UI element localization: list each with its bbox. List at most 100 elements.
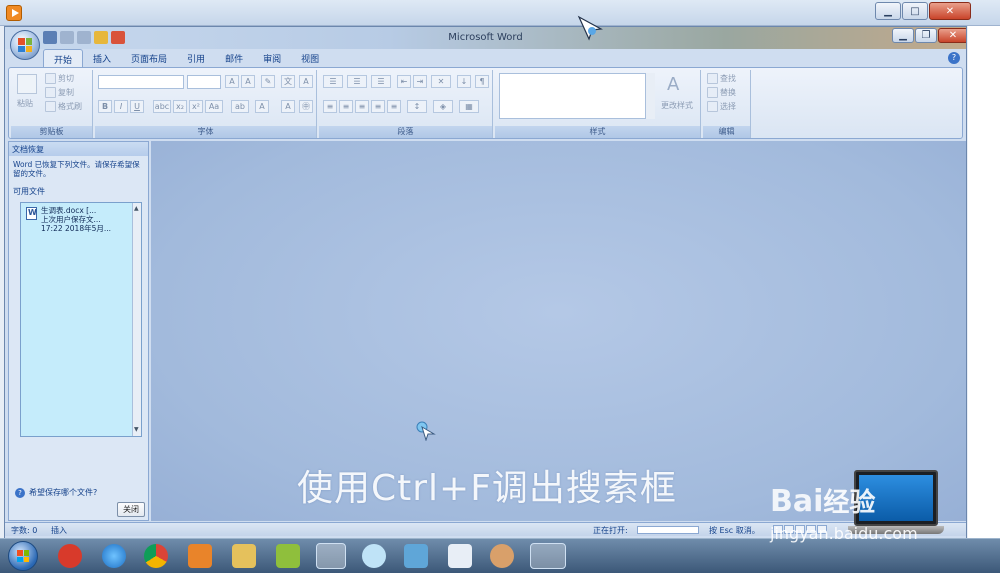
chinese-layout-icon[interactable]: ✕ <box>431 75 451 88</box>
folder-app-icon[interactable] <box>276 544 300 568</box>
multilevel-list-icon[interactable]: ☰ <box>371 75 391 88</box>
outer-minimize-button[interactable]: ▁ <box>875 2 901 20</box>
paint-icon[interactable] <box>490 544 514 568</box>
clear-format-icon[interactable]: ✎ <box>261 75 275 88</box>
enclose-char-icon[interactable]: ㊥ <box>299 100 313 113</box>
media-player-icon[interactable] <box>188 544 212 568</box>
document-app-icon[interactable] <box>448 544 472 568</box>
justify-icon[interactable]: ≡ <box>371 100 385 113</box>
word-doc-icon <box>26 207 37 220</box>
sort-icon[interactable]: ↓ <box>457 75 471 88</box>
word-close-button[interactable]: ✕ <box>938 28 966 43</box>
change-styles-button[interactable]: 更改样式 <box>661 100 693 111</box>
grow-font-icon[interactable]: A <box>225 75 239 88</box>
tab-references[interactable]: 引用 <box>177 49 215 67</box>
align-center-icon[interactable]: ≡ <box>339 100 353 113</box>
font-size-combobox[interactable] <box>187 75 221 89</box>
outer-window-titlebar: ▁ □ ✕ <box>0 0 1000 26</box>
desktop-edge <box>968 26 1000 538</box>
phonetic-guide-icon[interactable]: 文 <box>281 75 295 88</box>
char-shading-icon[interactable]: A <box>281 100 295 113</box>
find-button[interactable]: 查找 <box>707 73 736 84</box>
superscript-icon[interactable]: x² <box>189 100 203 113</box>
subscript-icon[interactable]: x₂ <box>173 100 187 113</box>
italic-icon[interactable]: I <box>114 100 128 113</box>
paste-button[interactable]: 粘贴 <box>17 98 33 109</box>
help-icon[interactable]: ? <box>948 52 960 64</box>
paste-icon[interactable] <box>17 74 37 94</box>
redo-icon[interactable] <box>77 31 91 44</box>
shading-icon[interactable]: ◈ <box>433 100 453 113</box>
word-count[interactable]: 字数: 0 <box>11 525 37 536</box>
format-painter-button[interactable]: 格式刷 <box>45 101 82 112</box>
font-name-combobox[interactable] <box>98 75 184 89</box>
numbering-icon[interactable]: ☰ <box>347 75 367 88</box>
tab-view[interactable]: 视图 <box>291 49 329 67</box>
scroll-down-icon[interactable]: ▼ <box>134 426 140 433</box>
document-area[interactable]: 使用Ctrl+F调出搜索框 <box>151 141 966 521</box>
tab-mailings[interactable]: 邮件 <box>215 49 253 67</box>
office-button[interactable] <box>10 30 40 60</box>
outer-close-button[interactable]: ✕ <box>929 2 971 20</box>
change-styles-icon[interactable]: A <box>667 74 679 95</box>
network-app-icon[interactable] <box>362 544 386 568</box>
open-folder-icon[interactable] <box>94 31 108 44</box>
line-spacing-icon[interactable]: ↕ <box>407 100 427 113</box>
scroll-up-icon[interactable]: ▲ <box>134 205 140 212</box>
remote-desktop-icon[interactable] <box>404 544 428 568</box>
quick-print-icon[interactable] <box>111 31 125 44</box>
styles-group-label: 样式 <box>495 126 700 138</box>
antivirus-icon[interactable] <box>58 544 82 568</box>
which-file-link[interactable]: ? 希望保存哪个文件? <box>15 487 97 498</box>
borders-icon[interactable]: ▦ <box>459 100 479 113</box>
char-border-icon[interactable]: A <box>299 75 313 88</box>
align-left-icon[interactable]: ≡ <box>323 100 337 113</box>
cut-button[interactable]: 剪切 <box>45 73 74 84</box>
word-taskbar-icon[interactable] <box>530 543 566 569</box>
copy-button[interactable]: 复制 <box>45 87 74 98</box>
copy-label: 复制 <box>58 88 74 97</box>
styles-gallery-scroll[interactable] <box>645 73 655 119</box>
bullets-icon[interactable]: ☰ <box>323 75 343 88</box>
select-icon <box>707 101 718 112</box>
file-list-scrollbar[interactable]: ▲ ▼ <box>132 203 141 436</box>
clipboard-group-label: 剪贴板 <box>11 126 92 138</box>
bold-icon[interactable]: B <box>98 100 112 113</box>
tab-home[interactable]: 开始 <box>43 49 84 67</box>
replace-button[interactable]: 替换 <box>707 87 736 98</box>
esc-cancel-hint: 按 Esc 取消。 <box>709 526 760 535</box>
highlight-icon[interactable]: ab <box>231 100 249 113</box>
change-case-icon[interactable]: Aa <box>205 100 223 113</box>
decrease-indent-icon[interactable]: ⇤ <box>397 75 411 88</box>
file-explorer-icon[interactable] <box>232 544 256 568</box>
replace-icon <box>707 87 718 98</box>
insert-mode[interactable]: 插入 <box>51 525 67 536</box>
select-button[interactable]: 选择 <box>707 101 736 112</box>
underline-icon[interactable]: U <box>130 100 144 113</box>
quick-styles-gallery[interactable] <box>499 73 651 119</box>
word-restore-button[interactable]: ❐ <box>915 28 937 43</box>
align-right-icon[interactable]: ≡ <box>355 100 369 113</box>
cut-label: 剪切 <box>58 74 74 83</box>
word-minimize-button[interactable]: ▁ <box>892 28 914 43</box>
file-details: 生调表.docx [... 上次用户保存文... 17:22 2018年5月..… <box>41 206 133 233</box>
tab-insert[interactable]: 插入 <box>83 49 121 67</box>
start-button[interactable] <box>8 541 38 571</box>
player-app-icon[interactable] <box>6 5 22 21</box>
distributed-icon[interactable]: ≡ <box>387 100 401 113</box>
close-button[interactable]: 关闭 <box>117 502 145 517</box>
font-color-icon[interactable]: A <box>255 100 269 113</box>
tab-page-layout[interactable]: 页面布局 <box>121 49 177 67</box>
tab-review[interactable]: 审阅 <box>253 49 291 67</box>
save-icon[interactable] <box>43 31 57 44</box>
shrink-font-icon[interactable]: A <box>241 75 255 88</box>
chrome-icon[interactable] <box>144 544 168 568</box>
browser-active-icon[interactable] <box>316 543 346 569</box>
increase-indent-icon[interactable]: ⇥ <box>413 75 427 88</box>
question-icon: ? <box>15 487 25 498</box>
show-marks-icon[interactable]: ¶ <box>475 75 489 88</box>
undo-icon[interactable] <box>60 31 74 44</box>
internet-explorer-icon[interactable] <box>102 544 126 568</box>
strikethrough-icon[interactable]: abc <box>153 100 171 113</box>
outer-maximize-button[interactable]: □ <box>902 2 928 20</box>
